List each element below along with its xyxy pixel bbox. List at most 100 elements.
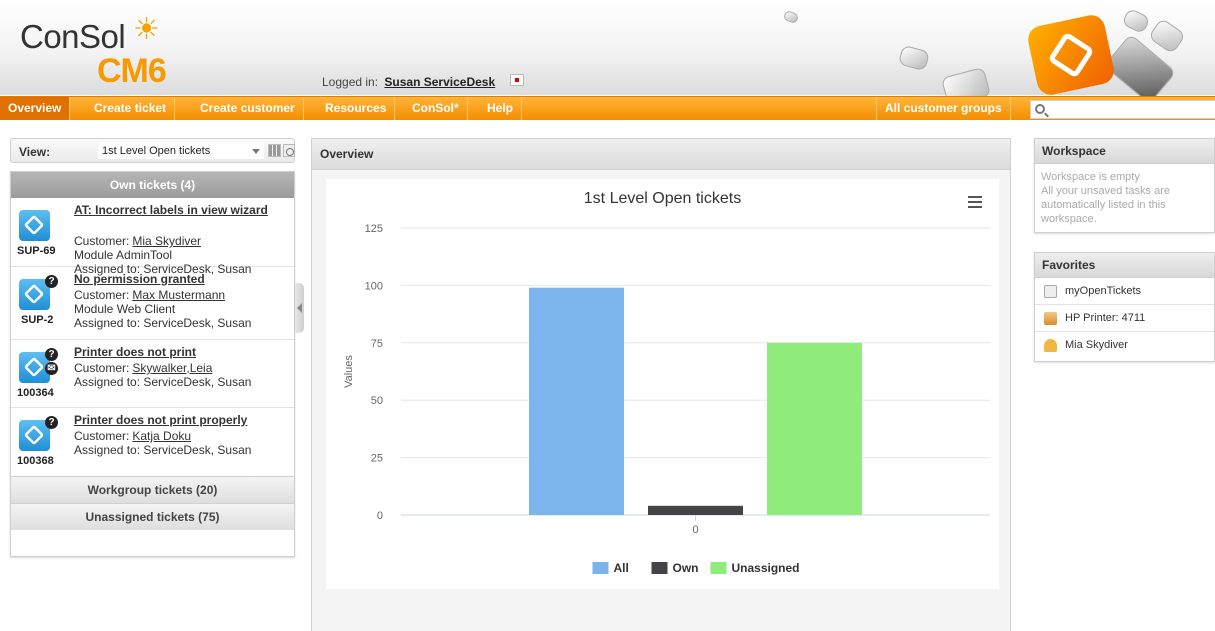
language-flag-icon[interactable] [510,74,524,86]
view-select-value: 1st Level Open tickets [102,145,211,157]
customer-link[interactable]: Katja Doku [132,429,191,443]
y-tick-label: 25 [371,453,383,465]
cm6-logo: CM6 [97,52,167,90]
user-name-link[interactable]: Susan ServiceDesk [384,75,495,89]
ticket-item[interactable]: ? SUP-2 No permission granted Customer: M… [11,267,294,340]
ticket-customer: Customer: Skywalker,Leia [74,361,213,375]
legend-label: Own [673,561,699,575]
search-input[interactable] [1030,100,1215,119]
overview-panel-title: Overview [312,139,1010,170]
question-badge-icon: ? [45,348,58,361]
view-select[interactable]: 1st Level Open tickets [98,143,264,159]
nav-overview[interactable]: Overview [0,97,71,120]
app-header: ConSol ☀ CM6 Logged in: Susan ServiceDes… [0,0,1215,108]
customer-link[interactable]: Mia Skydiver [132,234,201,248]
ticket-id: 100364 [17,387,54,399]
favorite-label: Mia Skydiver [1065,339,1128,351]
login-info: Logged in: Susan ServiceDesk [322,75,495,89]
ticket-title-link[interactable]: No permission granted [74,272,274,286]
ticket-assigned: Assigned to: ServiceDesk, Susan [74,316,252,330]
house-icon [1044,312,1057,325]
favorites-box: Favorites myOpenTickets HP Printer: 4711… [1034,252,1215,362]
y-tick-label: 0 [377,510,383,522]
y-tick-label: 125 [365,223,383,235]
chart-bar-all [529,287,624,515]
decorative-tile [1121,7,1151,35]
consol-logo: ConSol [20,18,126,55]
overview-panel: Overview 1st Level Open tickets 0 25 50 75 1… [311,138,1011,631]
unassigned-tickets-header[interactable]: Unassigned tickets (75) [11,503,294,530]
workspace-empty-text: Workspace is empty [1041,171,1140,183]
grid-view-icon[interactable] [268,144,281,157]
ticket-module: Module Web Client [74,302,176,316]
favorites-title: Favorites [1035,253,1214,278]
own-tickets-header[interactable]: Own tickets (4) [11,172,294,198]
workspace-title: Workspace [1035,139,1214,164]
search-icon [1035,104,1045,114]
legend-swatch [651,562,668,574]
person-icon [1044,339,1057,352]
nav-create-customer[interactable]: Create customer [192,97,304,120]
y-tick-label: 50 [371,395,383,407]
ticket-title-link[interactable]: Printer does not print [74,345,274,359]
y-tick-label: 100 [365,280,383,292]
question-badge-icon: ? [45,416,58,429]
ticket-title-link[interactable]: AT: Incorrect labels in view wizard [74,203,274,217]
ticket-id: 100368 [17,455,54,467]
legend-swatch [592,562,609,574]
ticket-customer: Customer: Max Mustermann [74,288,226,302]
workspace-body: Workspace is empty All your unsaved task… [1035,164,1214,232]
legend-swatch [710,562,727,574]
chart-svg: 0 25 50 75 100 125 Values 0 All Own Unassigned [343,223,990,575]
ticket-assigned: Assigned to: ServiceDesk, Susan [74,375,252,389]
favorite-label: HP Printer: 4711 [1065,312,1146,324]
workspace-box: Workspace Workspace is empty All your un… [1034,138,1215,233]
ticket-type-icon [19,210,50,241]
nav-create-ticket[interactable]: Create ticket [86,97,176,120]
decorative-tile [782,9,800,25]
favorite-item[interactable]: myOpenTickets [1035,278,1214,305]
tickets-chart: 1st Level Open tickets 0 25 50 75 100 125 Valu… [326,179,999,589]
ticket-item[interactable]: SUP-69 AT: Incorrect labels in view wiza… [11,198,294,276]
ticket-customer: Customer: Katja Doku [74,429,192,443]
ticket-customer: Customer: Mia Skydiver [74,234,202,248]
ticket-item[interactable]: ? 100368 Printer does not print properly… [11,408,294,476]
ticket-title-link[interactable]: Printer does not print properly [74,413,274,427]
sun-logo-icon: ☀ [133,13,160,46]
gear-icon[interactable] [283,144,295,157]
ticket-module: Module AdminTool [74,248,173,262]
nav-consol[interactable]: ConSol* [404,97,468,120]
collapse-panel-handle[interactable] [295,283,304,333]
chart-bar-unassigned [767,342,862,515]
search-icon [1044,285,1057,298]
decorative-tile [1147,17,1187,55]
y-axis-label: Values [343,355,355,388]
nav-resources[interactable]: Resources [317,97,396,120]
ticket-item[interactable]: ? ✉ 100364 Printer does not print Custom… [11,340,294,408]
view-label: View: [19,145,51,159]
mail-badge-icon: ✉ [45,362,58,375]
workspace-help-text: All your unsaved tasks are automatically… [1041,185,1171,225]
customer-link[interactable]: Skywalker,Leia [132,361,212,375]
ticket-id: SUP-69 [17,245,56,257]
customer-link[interactable]: Max Mustermann [132,288,225,302]
customer-groups-select[interactable]: All customer groups [876,97,1011,120]
favorite-item[interactable]: Mia Skydiver [1035,332,1214,359]
y-tick-label: 75 [371,338,383,350]
legend-label: All [614,561,629,575]
workgroup-tickets-header[interactable]: Workgroup tickets (20) [11,476,294,503]
x-tick-label: 0 [692,524,698,536]
ticket-list-panel: Own tickets (4) SUP-69 AT: Incorrect lab… [10,171,295,557]
decorative-tile [897,44,931,72]
consol-orange-logo-icon [1025,12,1117,98]
chart-bar-own [648,505,743,515]
nav-help[interactable]: Help [479,97,523,120]
favorite-label: myOpenTickets [1065,285,1142,297]
view-bar: View: 1st Level Open tickets [10,138,295,163]
logged-in-label: Logged in: [322,75,379,89]
legend-label: Unassigned [732,561,800,575]
ticket-id: SUP-2 [21,314,54,326]
favorite-item[interactable]: HP Printer: 4711 [1035,305,1214,332]
chevron-down-icon [252,149,260,154]
question-badge-icon: ? [45,275,58,288]
